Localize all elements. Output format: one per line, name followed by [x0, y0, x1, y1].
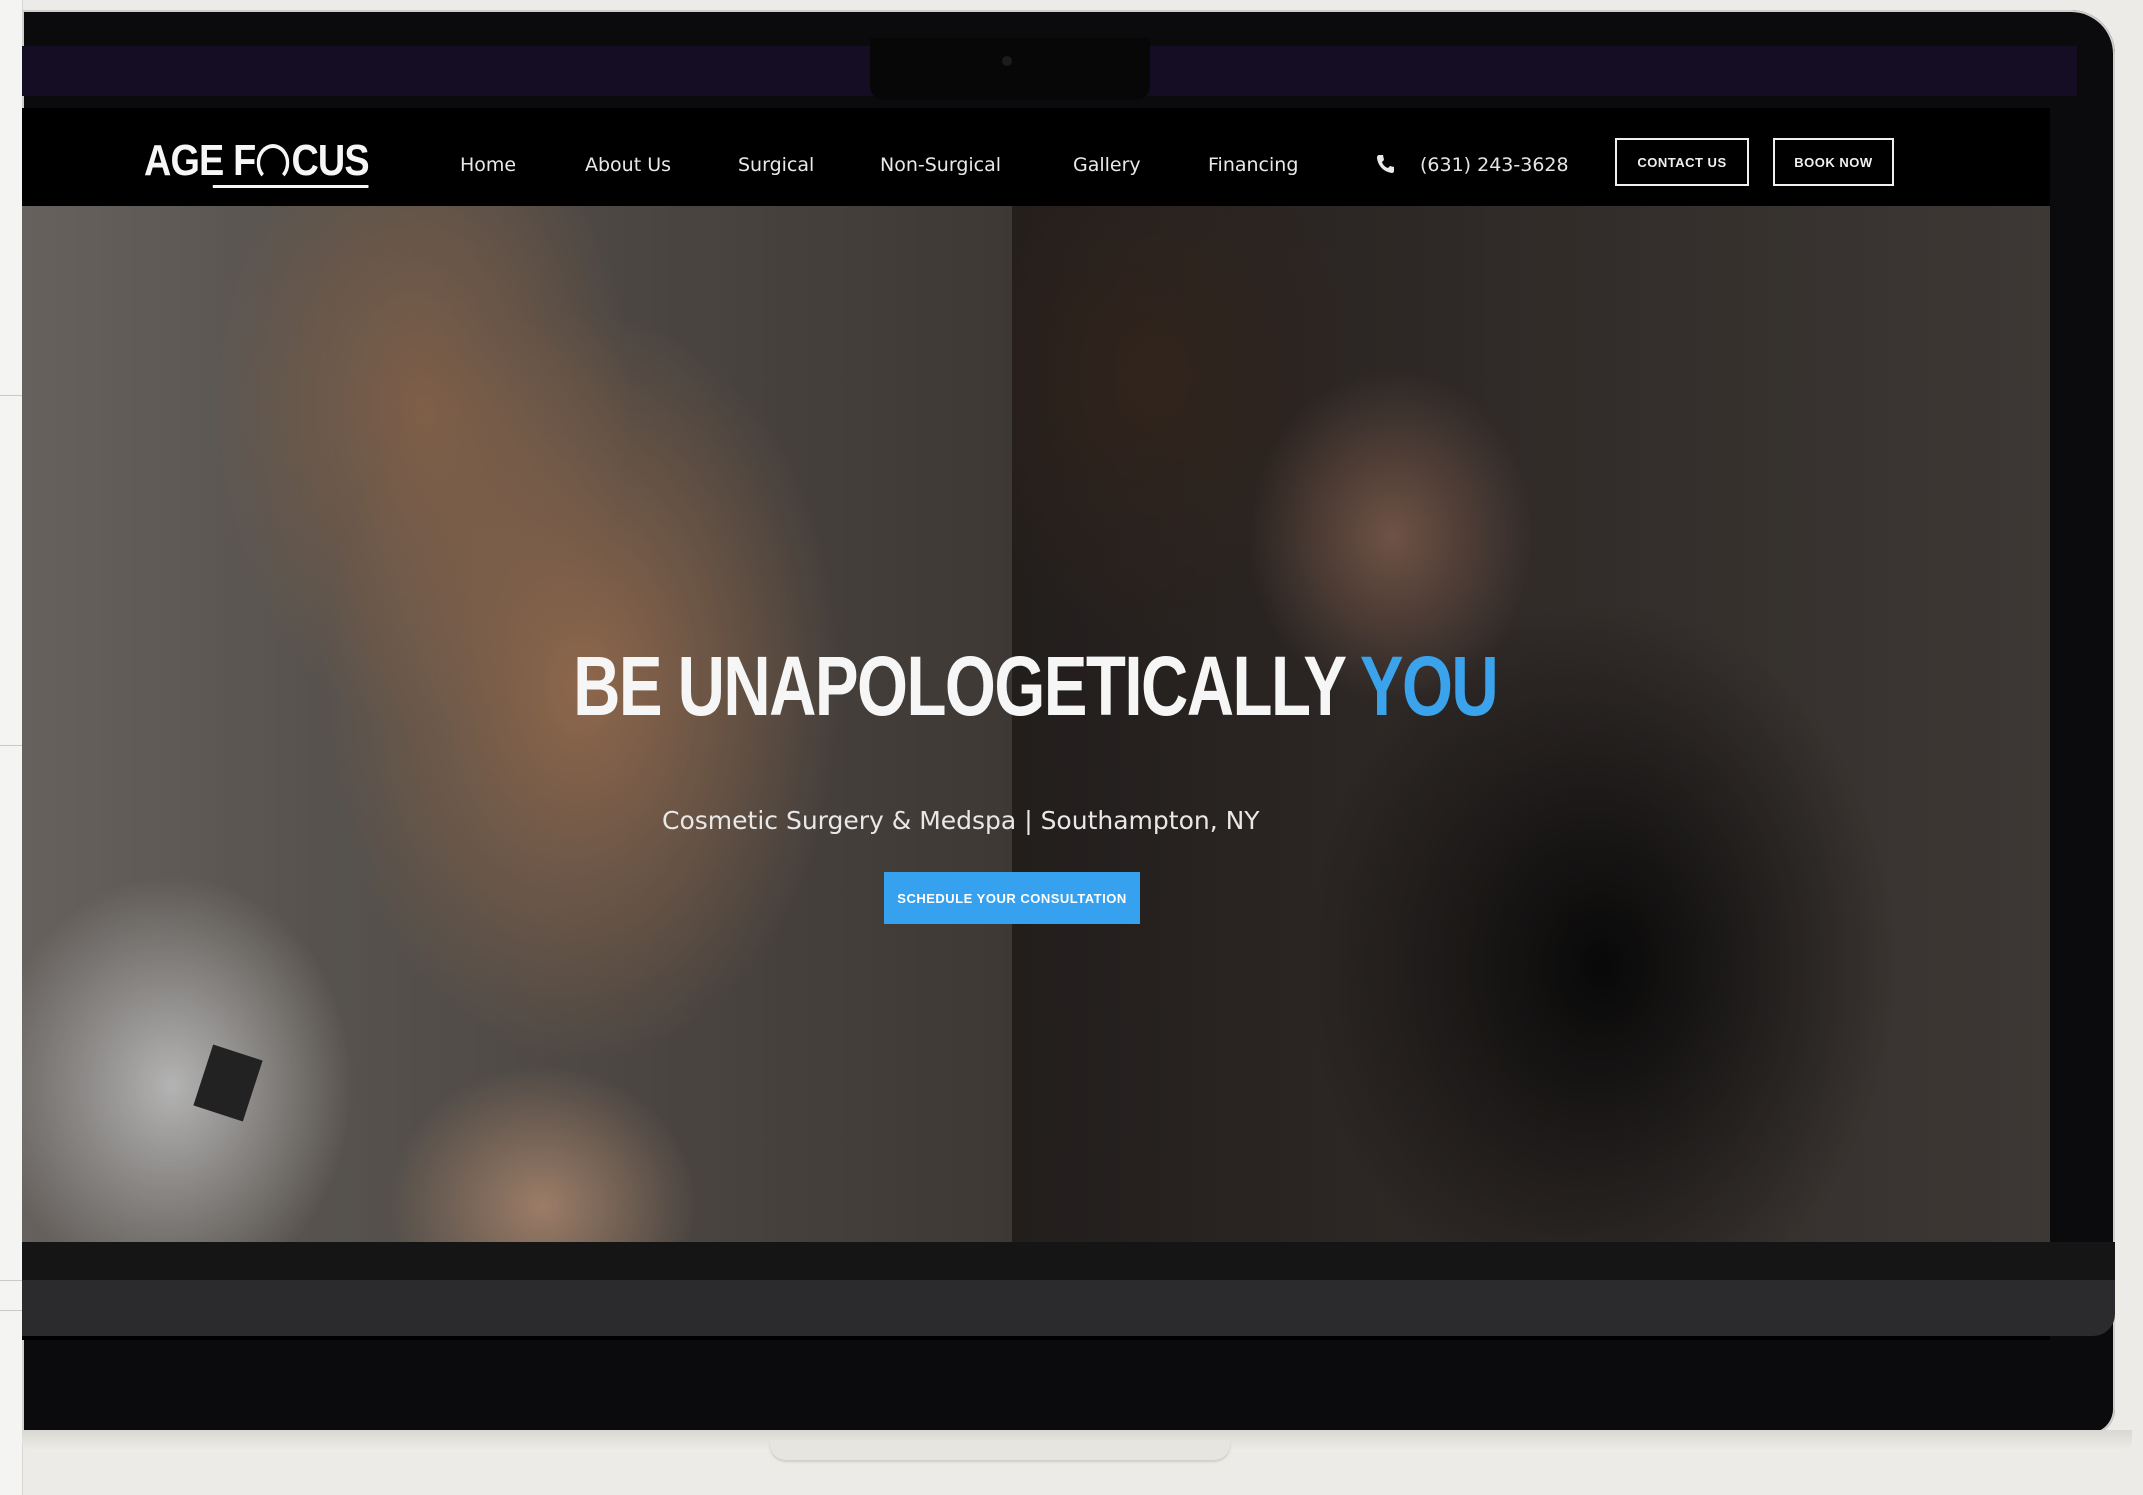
logo-underline: [212, 185, 369, 188]
laptop-chin: [22, 1280, 2115, 1336]
hero-headline: BE UNAPOLOGETICALLY YOU: [244, 638, 1826, 735]
hero-overlay: [22, 206, 2050, 1286]
camera-notch: [870, 38, 1150, 100]
bezel-bottom: [22, 1242, 2115, 1280]
logo-text-before: AGE F: [144, 136, 256, 185]
site-logo[interactable]: AGE F CUS: [144, 136, 370, 188]
nav-link-financing[interactable]: Financing: [1208, 154, 1298, 176]
camera-icon: [1002, 56, 1012, 66]
nav-link-surgical[interactable]: Surgical: [738, 154, 814, 176]
nav-link-gallery[interactable]: Gallery: [1073, 154, 1141, 176]
hero-headline-accent: YOU: [1359, 639, 1499, 733]
focus-ring-icon: [257, 144, 290, 182]
hero-section: BE UNAPOLOGETICALLY YOU Cosmetic Surgery…: [22, 206, 2050, 1286]
hero-headline-main: BE UNAPOLOGETICALLY: [573, 639, 1346, 733]
laptop-frame: AGE F CUS Home About Us Surgical Non-Sur…: [22, 10, 2115, 1435]
hero-subheading: Cosmetic Surgery & Medspa | Southampton,…: [662, 806, 1260, 835]
nav-link-about-us[interactable]: About Us: [585, 154, 671, 176]
phone-number[interactable]: (631) 243-3628: [1420, 154, 1569, 176]
contact-us-button[interactable]: CONTACT US: [1615, 138, 1749, 186]
schedule-consultation-button[interactable]: SCHEDULE YOUR CONSULTATION: [884, 872, 1140, 924]
website-screen: AGE F CUS Home About Us Surgical Non-Sur…: [22, 108, 2050, 1340]
laptop-lid-notch: [770, 1440, 1230, 1460]
nav-link-home[interactable]: Home: [460, 154, 516, 176]
site-navbar: AGE F CUS Home About Us Surgical Non-Sur…: [22, 116, 2050, 202]
book-now-button[interactable]: BOOK NOW: [1773, 138, 1894, 186]
phone-icon: [1377, 155, 1394, 173]
left-window-edge: [0, 0, 23, 1495]
logo-text-after: CUS: [291, 136, 369, 185]
nav-link-non-surgical[interactable]: Non-Surgical: [880, 154, 1001, 176]
